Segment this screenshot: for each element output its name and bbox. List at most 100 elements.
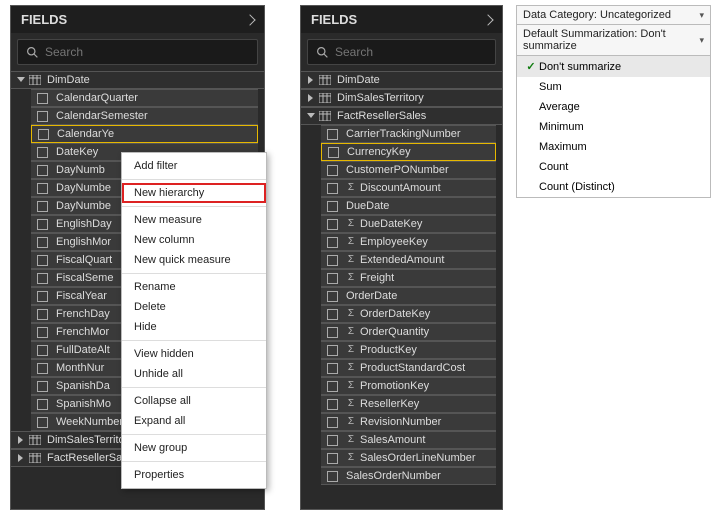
table-row[interactable]: FactResellerSales <box>301 107 502 125</box>
field-row[interactable]: CarrierTrackingNumber <box>321 125 496 143</box>
checkbox[interactable] <box>327 309 338 320</box>
menu-item[interactable]: Hide <box>122 317 266 337</box>
field-row[interactable]: ΣProductKey <box>321 341 496 359</box>
field-row[interactable]: ΣOrderDateKey <box>321 305 496 323</box>
summarization-option[interactable]: Sum <box>517 77 710 97</box>
checkbox[interactable] <box>327 435 338 446</box>
expand-icon[interactable] <box>307 112 315 120</box>
checkbox[interactable] <box>37 165 48 176</box>
data-category-dropdown[interactable]: Data Category: Uncategorized ▾ <box>516 5 711 25</box>
checkbox[interactable] <box>37 399 48 410</box>
checkbox[interactable] <box>327 273 338 284</box>
field-row[interactable]: CalendarQuarter <box>31 89 258 107</box>
checkbox[interactable] <box>37 183 48 194</box>
menu-item[interactable]: Rename <box>122 277 266 297</box>
field-row[interactable]: ΣProductStandardCost <box>321 359 496 377</box>
table-row[interactable]: DimDate <box>301 71 502 89</box>
checkbox[interactable] <box>37 291 48 302</box>
field-row[interactable]: ΣResellerKey <box>321 395 496 413</box>
summarization-option[interactable]: Average <box>517 97 710 117</box>
summarization-option[interactable]: ✓Don't summarize <box>517 56 710 77</box>
checkbox[interactable] <box>327 471 338 482</box>
checkbox[interactable] <box>37 255 48 266</box>
menu-item[interactable]: New hierarchy <box>122 183 266 203</box>
checkbox[interactable] <box>37 93 48 104</box>
field-row[interactable]: DueDate <box>321 197 496 215</box>
checkbox[interactable] <box>327 201 338 212</box>
checkbox[interactable] <box>37 363 48 374</box>
checkbox[interactable] <box>37 327 48 338</box>
field-row[interactable]: ΣPromotionKey <box>321 377 496 395</box>
field-row[interactable]: CalendarSemester <box>31 107 258 125</box>
search-box[interactable] <box>307 39 496 65</box>
collapse-icon[interactable] <box>17 436 25 444</box>
panel-header[interactable]: FIELDS <box>301 6 502 33</box>
checkbox[interactable] <box>327 345 338 356</box>
checkbox[interactable] <box>37 201 48 212</box>
menu-item[interactable]: New measure <box>122 210 266 230</box>
checkbox[interactable] <box>38 129 49 140</box>
checkbox[interactable] <box>37 219 48 230</box>
checkbox[interactable] <box>327 363 338 374</box>
menu-item[interactable]: New group <box>122 438 266 458</box>
field-row[interactable]: ΣExtendedAmount <box>321 251 496 269</box>
menu-item[interactable]: Unhide all <box>122 364 266 384</box>
checkbox[interactable] <box>328 147 339 158</box>
checkbox[interactable] <box>327 327 338 338</box>
checkbox[interactable] <box>37 111 48 122</box>
summarization-option[interactable]: Count <box>517 157 710 177</box>
default-summarization-dropdown[interactable]: Default Summarization: Don't summarize ▾ <box>516 25 711 56</box>
menu-item[interactable]: New column <box>122 230 266 250</box>
field-row[interactable]: ΣEmployeeKey <box>321 233 496 251</box>
checkbox[interactable] <box>37 417 48 428</box>
field-row[interactable]: OrderDate <box>321 287 496 305</box>
field-row[interactable]: ΣDiscountAmount <box>321 179 496 197</box>
summarization-option[interactable]: Count (Distinct) <box>517 177 710 197</box>
checkbox[interactable] <box>327 237 338 248</box>
menu-item[interactable]: View hidden <box>122 344 266 364</box>
checkbox[interactable] <box>327 183 338 194</box>
field-row[interactable]: ΣDueDateKey <box>321 215 496 233</box>
field-row[interactable]: ΣSalesOrderLineNumber <box>321 449 496 467</box>
checkbox[interactable] <box>327 453 338 464</box>
expand-icon[interactable] <box>17 76 25 84</box>
search-input[interactable] <box>329 43 496 61</box>
checkbox[interactable] <box>327 291 338 302</box>
checkbox[interactable] <box>37 273 48 284</box>
panel-header[interactable]: FIELDS <box>11 6 264 33</box>
field-row[interactable]: ΣSalesAmount <box>321 431 496 449</box>
field-row[interactable]: ΣRevisionNumber <box>321 413 496 431</box>
checkbox[interactable] <box>37 309 48 320</box>
field-row[interactable]: CurrencyKey <box>321 143 496 161</box>
collapse-icon[interactable] <box>307 76 315 84</box>
checkbox[interactable] <box>37 381 48 392</box>
checkbox[interactable] <box>327 417 338 428</box>
collapse-icon[interactable] <box>17 454 25 462</box>
menu-item[interactable]: New quick measure <box>122 250 266 270</box>
checkbox[interactable] <box>327 399 338 410</box>
menu-item[interactable]: Collapse all <box>122 391 266 411</box>
summarization-option[interactable]: Minimum <box>517 117 710 137</box>
table-row[interactable]: DimSalesTerritory <box>301 89 502 107</box>
field-row[interactable]: ΣFreight <box>321 269 496 287</box>
checkbox[interactable] <box>37 147 48 158</box>
table-row[interactable]: DimDate <box>11 71 264 89</box>
field-row[interactable]: SalesOrderNumber <box>321 467 496 485</box>
checkbox[interactable] <box>327 219 338 230</box>
field-row[interactable]: CustomerPONumber <box>321 161 496 179</box>
checkbox[interactable] <box>327 381 338 392</box>
menu-item[interactable]: Expand all <box>122 411 266 431</box>
checkbox[interactable] <box>327 129 338 140</box>
menu-item[interactable]: Delete <box>122 297 266 317</box>
checkbox[interactable] <box>327 255 338 266</box>
checkbox[interactable] <box>327 165 338 176</box>
summarization-option[interactable]: Maximum <box>517 137 710 157</box>
field-row[interactable]: CalendarYe <box>31 125 258 143</box>
checkbox[interactable] <box>37 237 48 248</box>
menu-item[interactable]: Add filter <box>122 156 266 176</box>
menu-item[interactable]: Properties <box>122 465 266 485</box>
search-input[interactable] <box>39 43 249 61</box>
field-row[interactable]: ΣOrderQuantity <box>321 323 496 341</box>
collapse-icon[interactable] <box>307 94 315 102</box>
search-box[interactable] <box>17 39 258 65</box>
